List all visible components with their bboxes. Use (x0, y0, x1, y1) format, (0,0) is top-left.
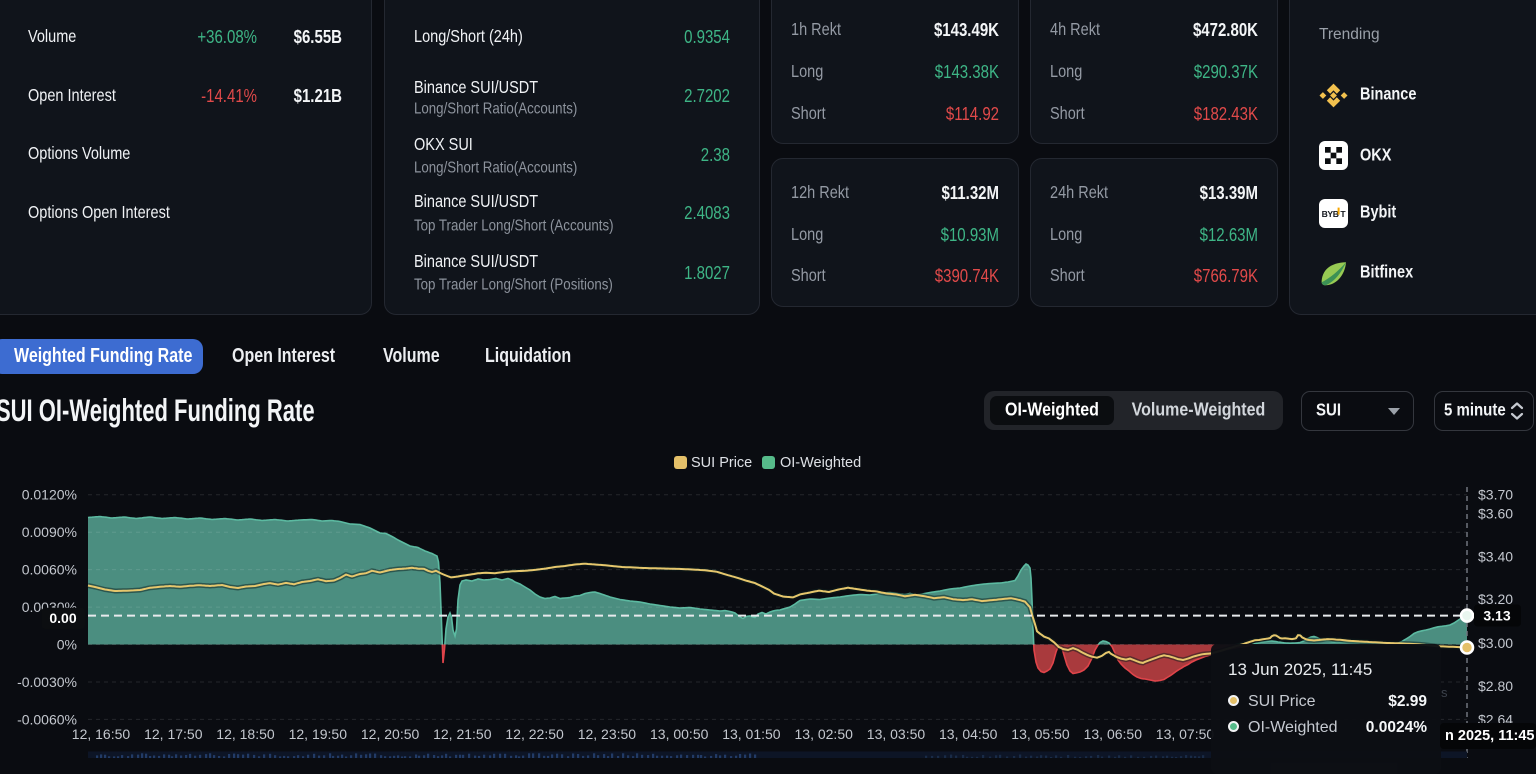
svg-text:12, 20:50: 12, 20:50 (361, 726, 420, 742)
svg-text:13, 02:50: 13, 02:50 (795, 726, 854, 742)
svg-text:12, 23:50: 12, 23:50 (578, 726, 637, 742)
svg-text:13, 03:50: 13, 03:50 (867, 726, 926, 742)
svg-text:12, 17:50: 12, 17:50 (144, 726, 203, 742)
svg-text:13, 01:50: 13, 01:50 (722, 726, 781, 742)
svg-text:$3.00: $3.00 (1478, 635, 1513, 651)
svg-text:12, 18:50: 12, 18:50 (216, 726, 275, 742)
svg-text:$3.70: $3.70 (1478, 487, 1513, 503)
svg-text:12, 19:50: 12, 19:50 (289, 726, 348, 742)
svg-text:0.0120%: 0.0120% (22, 487, 77, 503)
svg-text:0%: 0% (57, 637, 77, 653)
svg-text:$2.80: $2.80 (1478, 678, 1513, 694)
svg-text:12, 22:50: 12, 22:50 (505, 726, 564, 742)
svg-text:$3.40: $3.40 (1478, 549, 1513, 565)
svg-text:12, 16:50: 12, 16:50 (72, 726, 131, 742)
svg-text:13, 07:50: 13, 07:50 (1156, 726, 1215, 742)
svg-text:3.13: 3.13 (1483, 608, 1510, 624)
svg-text:-0.0060%: -0.0060% (17, 711, 77, 727)
svg-text:13, 04:50: 13, 04:50 (939, 726, 998, 742)
svg-text:0.0090%: 0.0090% (22, 524, 77, 540)
svg-text:13, 06:50: 13, 06:50 (1084, 726, 1143, 742)
svg-text:s: s (1441, 685, 1448, 700)
svg-text:T: T (1340, 209, 1346, 219)
svg-text:13, 05:50: 13, 05:50 (1011, 726, 1070, 742)
svg-text:0.0060%: 0.0060% (22, 562, 77, 578)
svg-text:BYB: BYB (1322, 209, 1339, 219)
svg-text:0.00: 0.00 (49, 610, 76, 626)
svg-text:12, 21:50: 12, 21:50 (433, 726, 492, 742)
svg-text:13, 00:50: 13, 00:50 (650, 726, 709, 742)
svg-text:-0.0030%: -0.0030% (17, 674, 77, 690)
svg-text:$3.60: $3.60 (1478, 506, 1513, 522)
